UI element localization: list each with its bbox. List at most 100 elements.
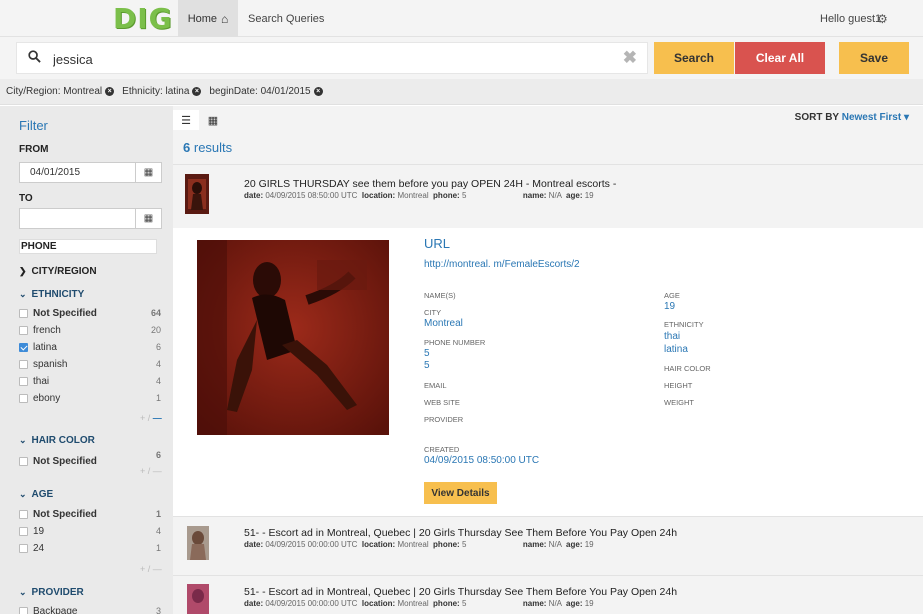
facet-label: latina xyxy=(33,341,57,353)
checkbox[interactable] xyxy=(19,359,28,369)
filter-chip-begindate[interactable]: beginDate: 04/01/2015 × xyxy=(209,86,323,97)
dig-logo[interactable]: DIG xyxy=(113,2,172,36)
save-button[interactable]: Save xyxy=(839,42,909,74)
meta-label: location: xyxy=(361,191,396,200)
calendar-icon[interactable]: ▦ xyxy=(135,209,161,228)
checkbox[interactable] xyxy=(19,526,28,536)
checkbox-checked[interactable] xyxy=(19,342,28,352)
expand-collapse-toggle[interactable]: + / — xyxy=(140,466,162,476)
remove-chip-icon[interactable]: × xyxy=(192,87,202,96)
website-label: WEB SITE xyxy=(424,398,460,407)
section-ethnicity[interactable]: ⌄ ETHNICITY xyxy=(19,289,84,300)
chevron-down-icon: ⌄ xyxy=(19,289,27,299)
age-value[interactable]: 19 xyxy=(664,301,675,312)
facet-label: french xyxy=(33,324,61,336)
clear-all-button[interactable]: Clear All xyxy=(735,42,825,74)
result-count-word: results xyxy=(193,140,233,155)
provider-label: PROVIDER xyxy=(424,415,464,424)
from-date-input[interactable]: 04/01/2015 ▦ xyxy=(19,162,162,183)
created-value: 04/09/2015 08:50:00 UTC xyxy=(424,455,540,466)
meta-label: date: xyxy=(244,540,264,549)
result-count: 6 results xyxy=(183,140,232,155)
to-date-input[interactable]: ▦ xyxy=(19,208,162,229)
meta-name: N/A xyxy=(548,540,562,549)
checkbox[interactable] xyxy=(19,543,28,553)
clear-search-icon[interactable]: ✖ xyxy=(623,48,637,68)
checkbox[interactable] xyxy=(19,456,28,466)
result-row[interactable]: 51- - Escort ad in Montreal, Quebec | 20… xyxy=(173,576,923,614)
checkbox[interactable] xyxy=(19,509,28,519)
filter-chip-city[interactable]: City/Region: Montreal × xyxy=(6,86,115,97)
meta-label: phone: xyxy=(433,191,460,200)
checkbox[interactable] xyxy=(19,606,28,614)
facet-ethnicity-spanish[interactable]: spanish 4 xyxy=(19,357,162,371)
facet-ethnicity-french[interactable]: french 20 xyxy=(19,323,162,337)
section-provider[interactable]: ⌄ PROVIDER xyxy=(19,587,84,598)
phone-input[interactable]: PHONE xyxy=(19,239,157,254)
facet-label: ebony xyxy=(33,392,61,404)
facet-age-24[interactable]: 24 1 xyxy=(19,541,162,555)
facet-count: 3 xyxy=(155,606,161,614)
list-view-icon[interactable]: ☰ xyxy=(173,110,199,130)
result-large-image[interactable] xyxy=(197,240,389,435)
phone-number-label: PHONE NUMBER xyxy=(424,338,486,347)
section-age[interactable]: ⌄ AGE xyxy=(19,489,53,500)
search-button[interactable]: Search xyxy=(654,42,734,74)
facet-ethnicity-ebony[interactable]: ebony 1 xyxy=(19,391,162,405)
ethnicity-value-1[interactable]: thai xyxy=(664,331,680,342)
gear-icon[interactable]: ⚙ xyxy=(877,0,888,37)
phone-value-2[interactable]: 5 xyxy=(424,360,430,371)
view-details-button[interactable]: View Details xyxy=(424,482,497,504)
result-row[interactable]: 20 GIRLS THURSDAY see them before you pa… xyxy=(173,166,923,226)
remove-chip-icon[interactable]: × xyxy=(105,87,115,96)
chevron-down-icon: ⌄ xyxy=(19,489,27,499)
result-row[interactable]: 51- - Escort ad in Montreal, Quebec | 20… xyxy=(173,517,923,575)
facet-age-not-specified[interactable]: Not Specified 1 xyxy=(19,507,162,521)
city-value[interactable]: Montreal xyxy=(424,318,463,329)
facet-ethnicity-not-specified[interactable]: Not Specified 64 xyxy=(19,306,162,320)
facet-provider-backpage[interactable]: Backpage 3 xyxy=(19,604,162,614)
checkbox[interactable] xyxy=(19,393,28,403)
facet-label: Backpage xyxy=(33,605,78,614)
calendar-icon[interactable]: ▦ xyxy=(135,163,161,182)
section-hair-color[interactable]: ⌄ HAIR COLOR xyxy=(19,435,95,446)
nav-search-queries[interactable]: Search Queries xyxy=(248,0,324,37)
result-thumbnail[interactable] xyxy=(187,584,209,614)
result-title[interactable]: 51- - Escort ad in Montreal, Quebec | 20… xyxy=(244,527,677,539)
facet-count: 6 xyxy=(155,342,161,352)
result-title[interactable]: 20 GIRLS THURSDAY see them before you pa… xyxy=(244,178,616,190)
meta-label: name: xyxy=(522,599,547,608)
result-thumbnail[interactable] xyxy=(187,526,209,560)
section-city-region[interactable]: ❯ CITY/REGION xyxy=(19,266,97,277)
detail-url-link[interactable]: http://montreal. m/FemaleEscorts/2 xyxy=(424,259,580,270)
facet-ethnicity-thai[interactable]: thai 4 xyxy=(19,374,162,388)
sort-value[interactable]: Newest First xyxy=(842,112,901,123)
phone-value-1[interactable]: 5 xyxy=(424,348,430,359)
checkbox[interactable] xyxy=(19,376,28,386)
expand-collapse-toggle[interactable]: + / — xyxy=(140,564,162,574)
facet-count: 1 xyxy=(155,543,161,553)
user-greeting[interactable]: Hello guest1 xyxy=(820,0,881,37)
meta-label: age: xyxy=(566,540,583,549)
grid-view-icon[interactable]: ▦ xyxy=(200,110,226,130)
facet-ethnicity-latina[interactable]: latina 6 xyxy=(19,340,162,354)
search-input[interactable] xyxy=(53,49,613,69)
result-detail-panel: URL http://montreal. m/FemaleEscorts/2 N… xyxy=(173,228,923,517)
created-label: CREATED xyxy=(424,445,460,454)
filter-chip-ethnicity[interactable]: Ethnicity: latina × xyxy=(122,86,202,97)
caret-down-icon[interactable]: ▾ xyxy=(904,112,909,123)
sort-by[interactable]: SORT BY Newest First ▾ xyxy=(795,112,909,123)
checkbox[interactable] xyxy=(19,325,28,335)
result-title[interactable]: 51- - Escort ad in Montreal, Quebec | 20… xyxy=(244,586,677,598)
meta-location: Montreal xyxy=(397,191,429,200)
result-thumbnail[interactable] xyxy=(185,174,209,214)
chevron-right-icon: ❯ xyxy=(19,266,27,276)
facet-age-19[interactable]: 19 4 xyxy=(19,524,162,538)
remove-chip-icon[interactable]: × xyxy=(313,87,323,96)
city-label: CITY xyxy=(424,308,442,317)
expand-collapse-toggle[interactable]: + / — xyxy=(140,413,162,423)
nav-home-tab[interactable]: Home ⌂ xyxy=(178,0,238,37)
ethnicity-value-2[interactable]: latina xyxy=(664,344,688,355)
meta-label: date: xyxy=(244,599,264,608)
checkbox[interactable] xyxy=(19,308,28,318)
